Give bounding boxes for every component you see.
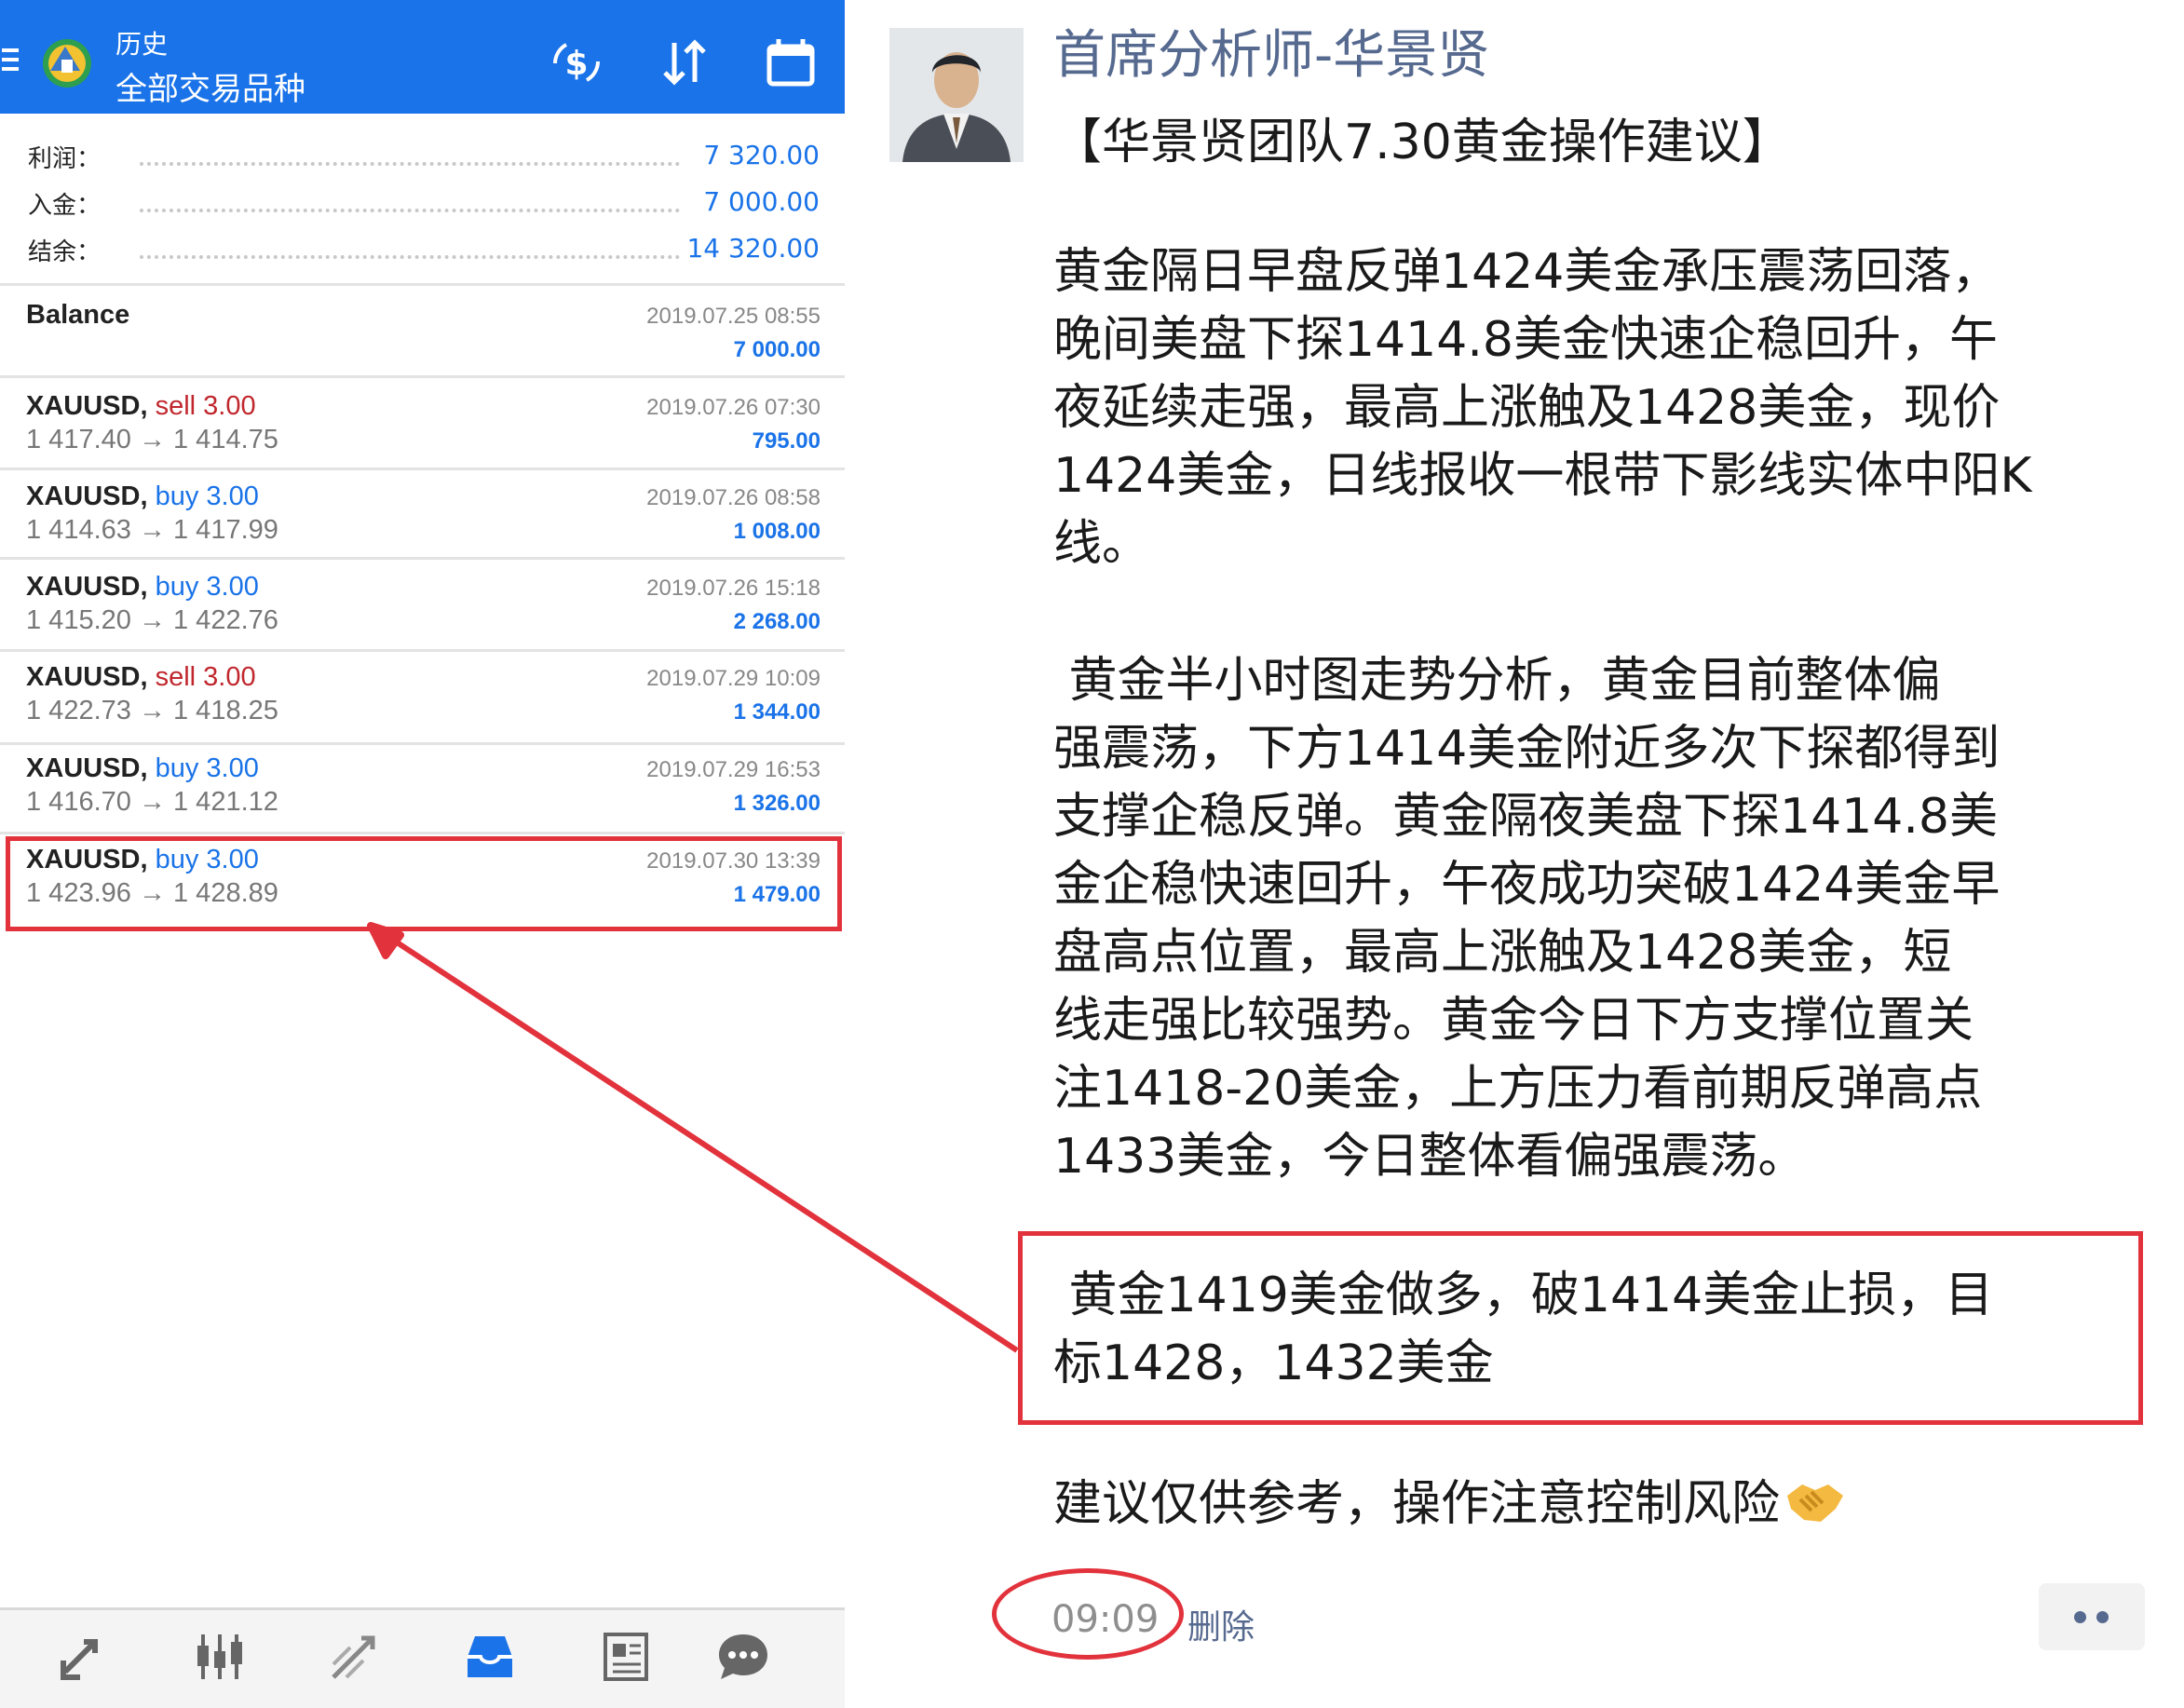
deal-datetime: 2019.07.29 10:09 xyxy=(646,666,821,691)
balance-label: Balance xyxy=(26,300,130,330)
dot-icon xyxy=(2074,1611,2086,1623)
deal-datetime: 2019.07.29 16:53 xyxy=(646,757,821,782)
dot-icon xyxy=(2096,1611,2109,1623)
summary-profit: 利润： 7 320.00 xyxy=(28,140,820,177)
deal-prices: 1 414.63 → 1 417.99 xyxy=(26,515,278,545)
author-name[interactable]: 首席分析师-华景贤 xyxy=(1053,13,1489,88)
deal-profit: 2 268.00 xyxy=(733,609,821,634)
trade-history-app: 历史 全部交易品种 $ 利润： 7 320.00 入金： 7 000.00 结余… xyxy=(0,0,845,1708)
deal-row[interactable]: XAUUSD, buy 3.00 1 416.70 → 1 421.12 201… xyxy=(0,740,845,830)
dotted-leader xyxy=(140,255,680,259)
deal-profit: 795.00 xyxy=(752,428,821,454)
header-subtitle[interactable]: 全部交易品种 xyxy=(115,63,305,109)
highlight-box xyxy=(1018,1231,2143,1425)
calendar-icon[interactable] xyxy=(764,35,818,89)
deal-volume: 3.00 xyxy=(206,572,259,602)
deal-datetime: 2019.07.26 15:18 xyxy=(646,576,821,601)
deal-type: sell xyxy=(155,662,197,692)
deal-type: sell xyxy=(155,391,197,421)
post-paragraph: 黄金隔日早盘反弹1424美金承压震荡回落， 晚间美盘下探1414.8美金快速企稳… xyxy=(1053,244,2032,572)
deal-type: buy xyxy=(155,753,199,783)
highlight-box xyxy=(6,836,842,931)
summary-balance: 结余： 14 320.00 xyxy=(28,233,820,270)
sort-icon[interactable] xyxy=(658,35,712,89)
summary-label: 结余： xyxy=(28,238,102,266)
header-title: 历史 xyxy=(115,29,169,60)
menu-icon[interactable] xyxy=(2,48,19,71)
summary-value: 14 320.00 xyxy=(686,233,820,264)
deal-type: buy xyxy=(155,481,199,511)
avatar-portrait xyxy=(889,28,1024,162)
chart-icon[interactable] xyxy=(192,1629,248,1685)
deal-type: buy xyxy=(155,572,199,602)
deal-datetime: 2019.07.25 08:55 xyxy=(646,304,821,329)
deal-prices: 1 415.20 → 1 422.76 xyxy=(26,605,278,635)
deal-prices: 1 417.40 → 1 414.75 xyxy=(26,425,278,454)
deal-datetime: 2019.07.26 08:58 xyxy=(646,485,821,510)
dotted-leader xyxy=(140,162,680,166)
quotes-icon[interactable] xyxy=(56,1629,112,1685)
history-icon[interactable] xyxy=(462,1629,518,1685)
highlight-circle xyxy=(992,1568,1184,1660)
deal-row[interactable]: XAUUSD, sell 3.00 1 422.73 → 1 418.25 20… xyxy=(0,649,845,739)
deal-profit: 1 008.00 xyxy=(733,519,821,544)
svg-text:$: $ xyxy=(564,45,588,83)
post-title: 【华景贤团队7.30黄金操作建议】 xyxy=(1053,115,1791,170)
deal-volume: 3.00 xyxy=(206,481,259,511)
app-header: 历史 全部交易品种 $ xyxy=(0,0,845,114)
balance-row[interactable]: Balance 2019.07.25 08:55 7 000.00 xyxy=(0,287,845,376)
deal-profit: 7 000.00 xyxy=(733,337,821,362)
app-logo-icon xyxy=(43,39,91,88)
summary-label: 利润： xyxy=(28,145,102,173)
deal-volume: 3.00 xyxy=(203,662,256,692)
trade-icon[interactable] xyxy=(326,1629,382,1685)
news-icon[interactable] xyxy=(598,1629,654,1685)
dotted-leader xyxy=(140,209,680,212)
deal-profit: 1 326.00 xyxy=(733,791,821,816)
summary-value: 7 000.00 xyxy=(703,186,820,217)
deal-row[interactable]: XAUUSD, buy 3.00 1 414.63 → 1 417.99 201… xyxy=(0,468,845,558)
more-options-button[interactable] xyxy=(2039,1583,2145,1650)
post-closing: 建议仅供参考，操作注意控制风险 xyxy=(1053,1464,1847,1534)
deal-prices: 1 416.70 → 1 421.12 xyxy=(26,787,278,817)
bottom-toolbar xyxy=(0,1607,845,1708)
currency-swap-icon[interactable]: $ xyxy=(549,35,604,89)
deal-prices: 1 422.73 → 1 418.25 xyxy=(26,696,278,725)
chat-post: 首席分析师-华景贤 【华景贤团队7.30黄金操作建议】 黄金隔日早盘反弹1424… xyxy=(845,0,2184,1705)
deal-profit: 1 344.00 xyxy=(733,699,821,725)
summary-label: 入金： xyxy=(28,192,102,220)
chat-icon[interactable] xyxy=(715,1629,771,1685)
delete-link[interactable]: 删除 xyxy=(1187,1600,1255,1648)
deal-symbol: XAUUSD, xyxy=(26,391,148,421)
deal-volume: 3.00 xyxy=(203,391,256,421)
deal-symbol: XAUUSD, xyxy=(26,753,148,783)
deal-symbol: XAUUSD, xyxy=(26,662,148,692)
summary-value: 7 320.00 xyxy=(703,140,820,170)
summary-deposit: 入金： 7 000.00 xyxy=(28,186,820,224)
deal-volume: 3.00 xyxy=(206,753,259,783)
post-paragraph: 黄金半小时图走势分析，黄金目前整体偏 强震荡，下方1414美金附近多次下探都得到… xyxy=(1053,653,2001,1185)
deal-datetime: 2019.07.26 07:30 xyxy=(646,395,821,420)
closing-text: 建议仅供参考，操作注意控制风险 xyxy=(1053,1476,1781,1532)
avatar[interactable] xyxy=(889,28,1024,162)
account-summary: 利润： 7 320.00 入金： 7 000.00 结余： 14 320.00 xyxy=(0,114,845,287)
divider xyxy=(0,283,845,286)
deal-row[interactable]: XAUUSD, sell 3.00 1 417.40 → 1 414.75 20… xyxy=(0,378,845,468)
deal-row[interactable]: XAUUSD, buy 3.00 1 415.20 → 1 422.76 201… xyxy=(0,559,845,648)
handshake-icon xyxy=(1787,1484,1844,1522)
deal-symbol: XAUUSD, xyxy=(26,572,148,602)
deal-symbol: XAUUSD, xyxy=(26,481,148,511)
